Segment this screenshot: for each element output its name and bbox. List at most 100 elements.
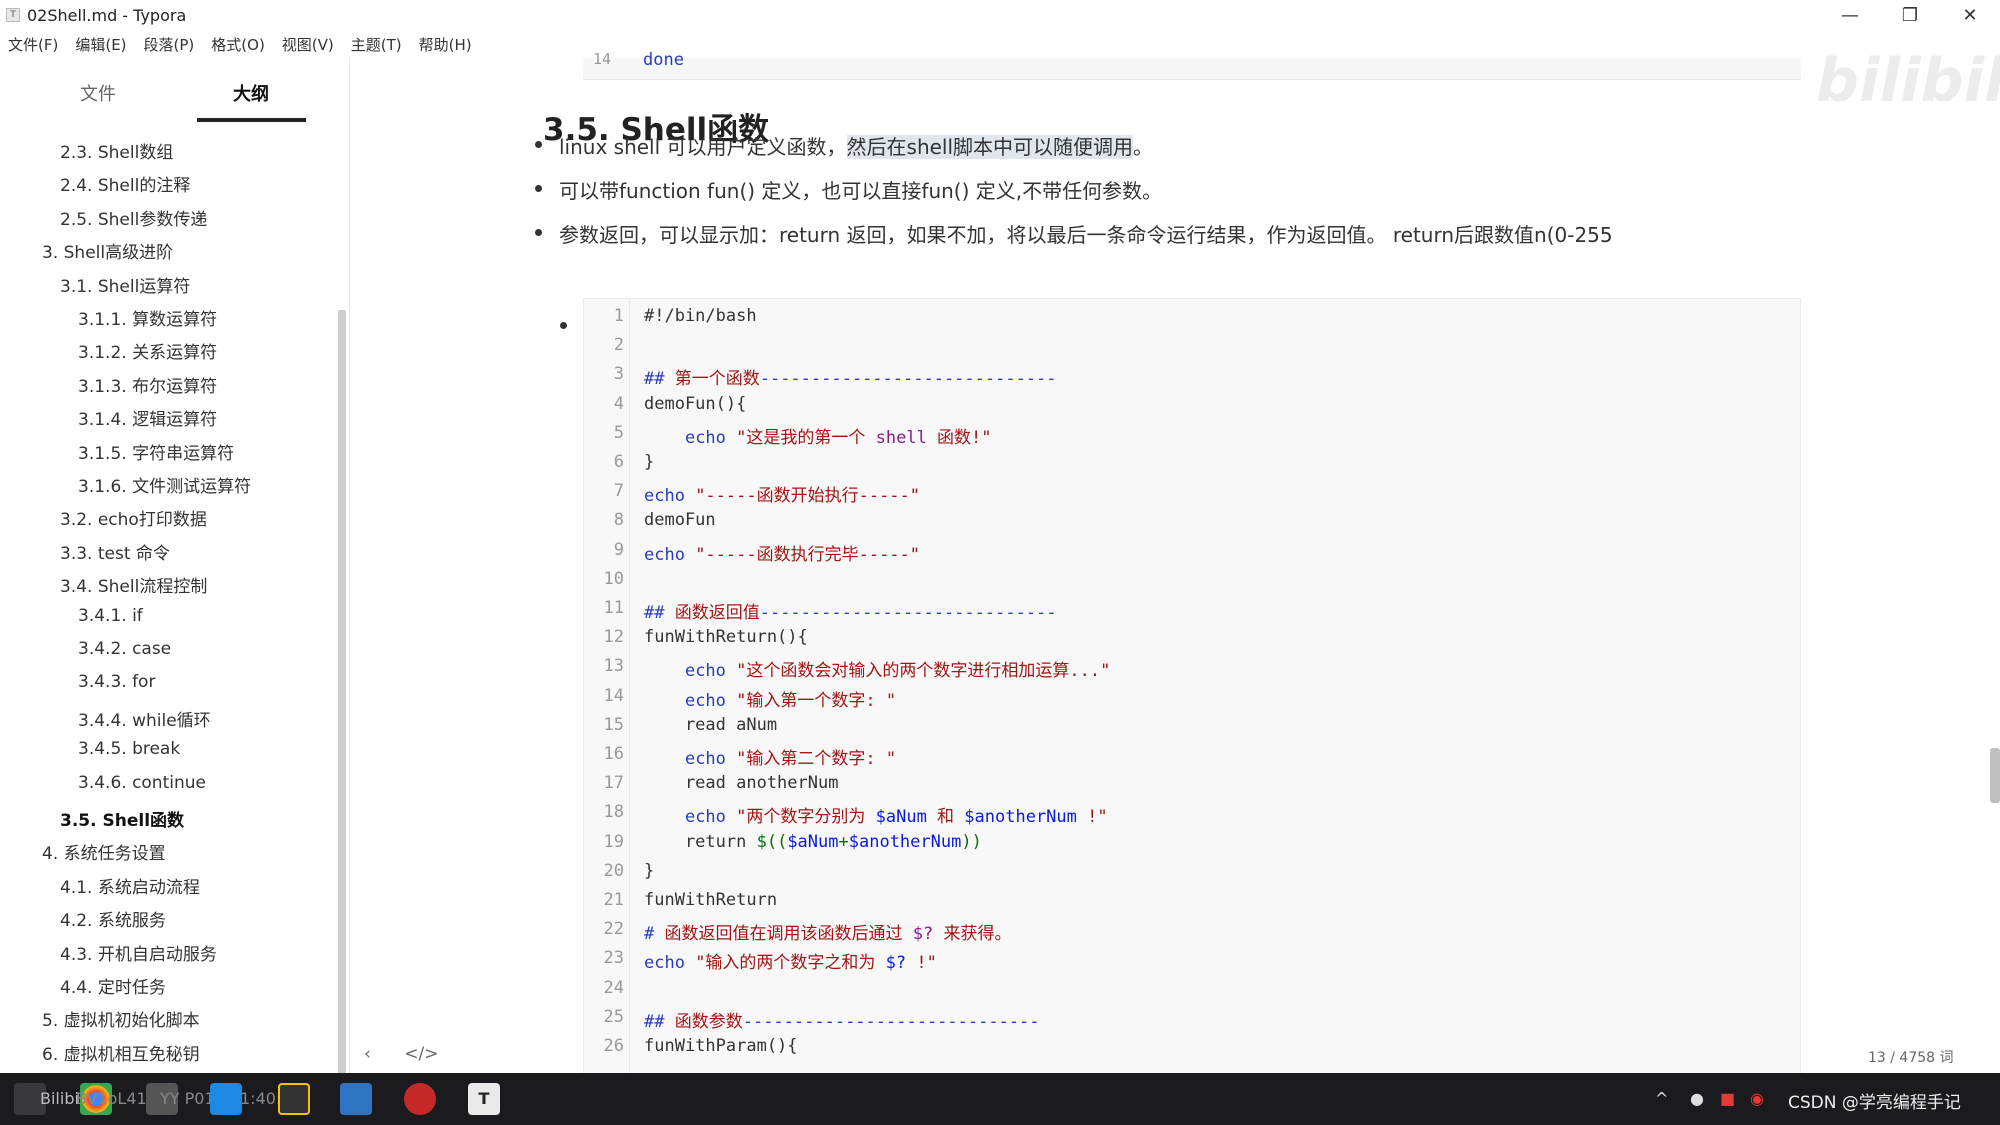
outline-item[interactable]: 2.3. Shell数组 (60, 138, 173, 163)
code-token: )) (961, 831, 982, 852)
outline-item[interactable]: 3.4. Shell流程控制 (60, 572, 207, 597)
outline-item[interactable]: 3.2. echo打印数据 (60, 505, 207, 530)
outline-item[interactable]: 3.4.2. case (78, 639, 171, 659)
outline-item[interactable]: 4.2. 系统服务 (60, 906, 166, 931)
microphone-icon[interactable]: ● (1690, 1089, 1704, 1108)
browser-icon[interactable] (404, 1083, 436, 1115)
outline-item[interactable]: 4.4. 定时任务 (60, 973, 166, 998)
code-line: 20} (584, 861, 1800, 890)
outline-item[interactable]: 4.1. 系统启动流程 (60, 873, 200, 898)
code-token: echo (684, 427, 737, 448)
outline-item[interactable]: 3.1.5. 字符串运算符 (78, 439, 234, 464)
code-text: # 函数返回值在调用该函数后通过 $? 来获得。 (644, 919, 1011, 944)
code-line: 2 (584, 335, 1800, 364)
previous-code-text: done (643, 50, 684, 70)
menu-view[interactable]: 视图(V) (282, 34, 334, 55)
code-line: 13 echo "这个函数会对输入的两个数字进行相加运算..." (584, 656, 1800, 685)
sidebar-scrollbar[interactable] (338, 310, 346, 1075)
code-token: $? (885, 953, 907, 974)
outline-item[interactable]: 3.1.3. 布尔运算符 (78, 372, 217, 397)
record-dot-icon[interactable]: ◉ (1750, 1089, 1764, 1108)
restore-button[interactable]: ❐ (1880, 0, 1940, 30)
outline-item[interactable]: 3.1. Shell运算符 (60, 272, 190, 297)
outline-item[interactable]: 5. 虚拟机初始化脚本 (42, 1006, 200, 1031)
title-bar: T 02Shell.md - Typora — ❐ ✕ (0, 0, 2000, 30)
code-text: echo "-----函数执行完毕-----" (644, 540, 920, 565)
menu-file[interactable]: 文件(F) (8, 34, 58, 55)
outline-item[interactable]: 3.1.6. 文件测试运算符 (78, 472, 251, 497)
outline-item[interactable]: 3.4.1. if (78, 606, 143, 626)
bullet-dot (560, 322, 567, 329)
minimize-button[interactable]: — (1820, 0, 1880, 30)
code-text: } (644, 861, 654, 881)
code-text: echo "两个数字分别为 $aNum 和 $anotherNum !" (644, 802, 1108, 827)
code-token: echo (684, 661, 737, 682)
chevron-left-icon[interactable]: ‹ (364, 1044, 371, 1064)
record-icon[interactable]: ■ (1720, 1089, 1735, 1108)
menu-help[interactable]: 帮助(H) (419, 34, 472, 55)
overlay-text-2: BV1oL411 (76, 1089, 157, 1108)
outline-item[interactable]: 3.1.1. 算数运算符 (78, 305, 217, 330)
code-token: ## (644, 369, 675, 390)
outline-item[interactable]: 3.1.2. 关系运算符 (78, 338, 217, 363)
menu-bar: 文件(F) 编辑(E) 段落(P) 格式(O) 视图(V) 主题(T) 帮助(H… (0, 32, 489, 56)
bullet-item: 参数返回，可以显示加：return 返回，如果不加，将以最后一条命令运行结果，作… (535, 219, 1613, 248)
code-token: ## (644, 1011, 675, 1032)
outline-item[interactable]: 4. 系统任务设置 (42, 839, 166, 864)
tray-chevron-icon[interactable]: ^ (1655, 1089, 1668, 1108)
code-token: echo (644, 486, 696, 507)
outline-item[interactable]: 4.3. 开机自启动服务 (60, 940, 217, 965)
word-count[interactable]: 13 / 4758 词 (1868, 1047, 1954, 1067)
code-text: return $(($aNum+$anotherNum)) (644, 832, 982, 852)
line-number: 24 (603, 977, 624, 998)
code-token: funWithParam(){ (644, 1036, 798, 1056)
code-line: 23 echo "输入的两个数字之和为 $? !" (584, 948, 1800, 977)
code-text: echo "输入的两个数字之和为 $? !" (644, 948, 937, 973)
outline-item[interactable]: 3.4.3. for (78, 672, 155, 692)
line-number: 15 (603, 714, 624, 735)
code-token: 函数!" (926, 427, 992, 448)
editor-scrollbar[interactable] (1990, 748, 2000, 803)
close-button[interactable]: ✕ (1940, 0, 2000, 30)
code-token: shell (875, 427, 927, 448)
code-text: ## 函数返回值----------------------------- (644, 598, 1057, 623)
outline-item[interactable]: 2.5. Shell参数传递 (60, 205, 207, 230)
code-token: echo (644, 953, 696, 974)
window-title: 02Shell.md - Typora (27, 5, 187, 25)
line-number: 13 (603, 656, 624, 677)
file-explorer-icon[interactable] (340, 1083, 372, 1115)
xshell-icon[interactable] (278, 1083, 310, 1115)
editor-area: 14 done bilibili 3.5. Shell函数 linux shel… (351, 46, 2000, 1078)
menu-edit[interactable]: 编辑(E) (75, 34, 126, 55)
tab-files[interactable]: 文件 (80, 80, 116, 106)
bullet-dot (535, 229, 542, 236)
code-text: echo "输入第一个数字: " (644, 686, 896, 711)
source-code-icon[interactable]: </> (404, 1044, 438, 1064)
app-icon[interactable] (210, 1083, 242, 1115)
menu-theme[interactable]: 主题(T) (351, 34, 402, 55)
outline-item[interactable]: 3.5. Shell函数 (60, 806, 184, 831)
outline-item[interactable]: 3.4.5. break (78, 739, 180, 759)
code-block[interactable]: 1 #!/bin/bash 2 3 ## 第一个函数------------------… (583, 298, 1801, 1078)
outline-item[interactable]: 3.4.4. while循环 (78, 706, 211, 731)
code-line: 17 read anotherNum (584, 773, 1800, 802)
outline-item[interactable]: 2.4. Shell的注释 (60, 171, 190, 196)
code-token: ----------------------------- (759, 603, 1057, 623)
code-text: echo "输入第二个数字: " (644, 744, 896, 769)
line-number: 10 (603, 568, 624, 589)
outline-item[interactable]: 3.3. test 命令 (60, 539, 170, 564)
bullet-item: 可以带function fun() 定义，也可以直接fun() 定义,不带任何参… (535, 175, 1162, 204)
menu-paragraph[interactable]: 段落(P) (144, 34, 195, 55)
typora-icon[interactable]: T (468, 1083, 500, 1115)
line-number: 17 (603, 773, 624, 794)
menu-format[interactable]: 格式(O) (211, 34, 265, 55)
bullet-dot (535, 185, 542, 192)
tab-outline[interactable]: 大纲 (233, 80, 269, 106)
code-token: $(( (756, 831, 788, 852)
outline-item[interactable]: 3.1.4. 逻辑运算符 (78, 405, 217, 430)
outline-item[interactable]: 3. Shell高级进阶 (42, 238, 173, 263)
outline-item[interactable]: 6. 虚拟机相互免秘钥 (42, 1040, 200, 1065)
outline-item[interactable]: 3.4.6. continue (78, 773, 206, 793)
